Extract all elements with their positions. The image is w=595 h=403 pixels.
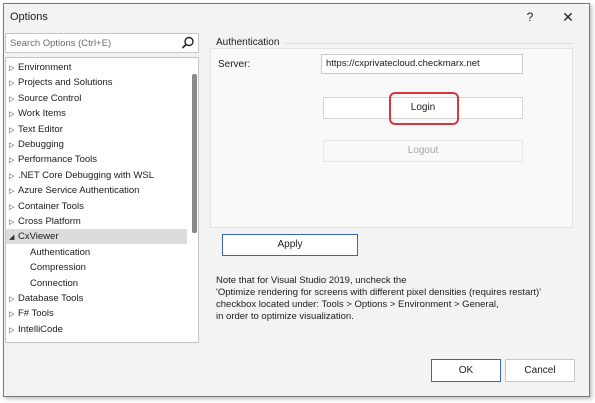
tree-item-label: Azure Service Authentication	[18, 185, 140, 197]
tree-item-label: Compression	[30, 262, 86, 274]
note-text: Note that for Visual Studio 2019, unchec…	[216, 275, 576, 323]
tree-item[interactable]: Compression	[6, 260, 187, 275]
options-tree[interactable]: ▷ Environment ▷ Projects and Solutions ▷ Sour…	[5, 57, 199, 343]
help-button[interactable]: ?	[519, 7, 541, 27]
tree-item[interactable]: ▷ Environment	[6, 60, 187, 75]
ok-button[interactable]: OK	[431, 359, 501, 382]
collapsed-arrow-icon[interactable]: ▷	[9, 169, 18, 184]
tree-item-label: F# Tools	[18, 308, 54, 320]
tree-item-label: Container Tools	[18, 200, 84, 212]
search-options-input[interactable]: Search Options (Ctrl+E)	[5, 33, 199, 53]
collapsed-arrow-icon[interactable]: ▷	[9, 138, 18, 153]
tree-item[interactable]: ▷ F# Tools	[6, 306, 187, 321]
cancel-button[interactable]: Cancel	[505, 359, 575, 382]
tree-item[interactable]: ▷ Azure Service Authentication	[6, 183, 187, 198]
collapsed-arrow-icon[interactable]: ▷	[9, 92, 18, 107]
tree-item[interactable]: Connection	[6, 276, 187, 291]
tree-item-label: Authentication	[30, 246, 91, 258]
collapsed-arrow-icon[interactable]: ▷	[9, 215, 18, 230]
login-highlight-annotation	[389, 92, 459, 125]
note-line: in order to optimize visualization.	[216, 311, 354, 322]
note-line: Note that for Visual Studio 2019, unchec…	[216, 275, 407, 286]
tree-scrollbar[interactable]	[192, 74, 197, 233]
collapsed-arrow-icon[interactable]: ▷	[9, 76, 18, 91]
collapsed-arrow-icon[interactable]: ▷	[9, 323, 18, 338]
tree-item[interactable]: ▷ Projects and Solutions	[6, 75, 187, 90]
tree-item-label: Source Control	[18, 92, 82, 104]
title-bar: Options ? ✕	[4, 4, 589, 30]
collapsed-arrow-icon[interactable]: ▷	[9, 123, 18, 138]
section-title: Authentication	[216, 37, 280, 48]
close-button[interactable]: ✕	[557, 7, 579, 27]
tree-item-label: Environment	[18, 62, 72, 73]
collapsed-arrow-icon[interactable]: ▷	[9, 61, 18, 76]
note-line: 'Optimize rendering for screens with dif…	[216, 287, 542, 298]
tree-item[interactable]: ▷ .NET Core Debugging with WSL	[6, 168, 187, 183]
expanded-arrow-icon[interactable]: ◢	[9, 230, 18, 245]
tree-item[interactable]: ▷ Text Editor	[6, 122, 187, 137]
tree-item[interactable]: ◢ CxViewer	[6, 229, 187, 245]
collapsed-arrow-icon[interactable]: ▷	[9, 292, 18, 307]
collapsed-arrow-icon[interactable]: ▷	[9, 107, 18, 122]
tree-item-label: IntelliCode	[18, 323, 63, 335]
tree-item[interactable]: ▷ Debugging	[6, 137, 187, 152]
tree-item-label: Work Items	[18, 108, 66, 120]
tree-item[interactable]: ▷ Cross Platform	[6, 214, 187, 229]
collapsed-arrow-icon[interactable]: ▷	[9, 307, 18, 322]
tree-item-label: Projects and Solutions	[18, 77, 113, 89]
collapsed-arrow-icon[interactable]: ▷	[9, 153, 18, 168]
section-divider	[285, 43, 573, 44]
note-line: checkbox located under: Tools > Options …	[216, 299, 499, 310]
tree-item-label: Cross Platform	[18, 216, 81, 227]
server-label: Server:	[218, 59, 251, 70]
tree-item-label: Debugging	[18, 139, 64, 150]
tree-item[interactable]: ▷ Work Items	[6, 106, 187, 121]
tree-item-label: Connection	[30, 277, 79, 289]
tree-item-label: Performance Tools	[18, 154, 98, 166]
logout-button[interactable]: Logout	[323, 140, 523, 162]
tree-item[interactable]: ▷ Performance Tools	[6, 152, 187, 167]
authentication-panel	[210, 48, 573, 228]
server-input[interactable]: https://cxprivatecloud.checkmarx.net	[321, 54, 523, 74]
tree-item-label: Database Tools	[18, 293, 84, 304]
tree-item[interactable]: ▷ IntelliCode	[6, 322, 187, 337]
apply-button[interactable]: Apply	[222, 234, 358, 256]
tree-item[interactable]: ▷ Source Control	[6, 91, 187, 106]
dialog-title: Options	[10, 11, 48, 23]
tree-item-label: CxViewer	[18, 231, 59, 243]
collapsed-arrow-icon[interactable]: ▷	[9, 200, 18, 215]
tree-item[interactable]: ▷ Container Tools	[6, 199, 187, 214]
collapsed-arrow-icon[interactable]: ▷	[9, 184, 18, 199]
tree-item[interactable]: ▷ Database Tools	[6, 291, 187, 306]
tree-item[interactable]: Authentication	[6, 245, 187, 260]
search-icon[interactable]	[181, 36, 195, 50]
search-placeholder: Search Options (Ctrl+E)	[10, 38, 112, 49]
tree-item-label: Text Editor	[18, 123, 63, 135]
tree-item-label: .NET Core Debugging with WSL	[18, 169, 155, 181]
